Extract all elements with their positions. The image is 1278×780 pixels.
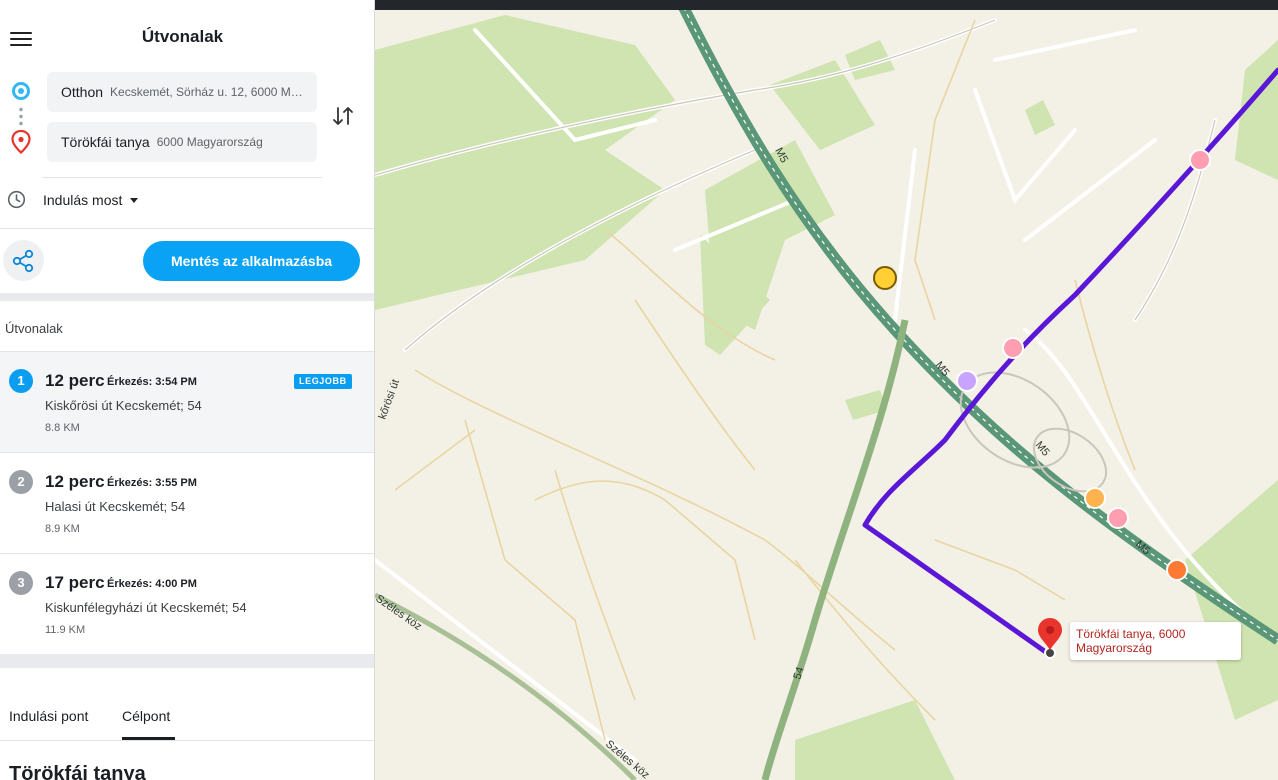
tab-destination[interactable]: Célpont	[122, 708, 170, 724]
destination-callout[interactable]: Törökfái tanya, 6000 Magyarország	[1070, 622, 1241, 660]
departure-time-dropdown[interactable]: Indulás most	[43, 192, 139, 208]
route-dots-icon	[19, 106, 23, 126]
destination-address: 6000 Magyarország	[156, 135, 263, 149]
destination-field[interactable]: Törökfái tanya 6000 Magyarország	[47, 122, 317, 162]
route-option-1[interactable]: 1 12 perc Érkezés: 3:54 PM LEGJOBB Kiskő…	[0, 352, 374, 453]
route-duration: 12 perc	[45, 472, 105, 491]
directions-panel: Útvonalak Otthon Kecskemét, Sörház u. 12…	[0, 0, 375, 780]
route-distance: 8.9 KM	[45, 523, 80, 535]
road-label-54: 54	[791, 666, 806, 681]
origin-address: Kecskemét, Sörház u. 12, 6000 Magyarorsz…	[110, 85, 303, 99]
share-icon	[12, 249, 34, 273]
route-number: 2	[9, 470, 33, 494]
departure-time-label: Indulás most	[43, 192, 123, 208]
window-top-bar	[375, 0, 1278, 10]
section-separator	[0, 654, 374, 668]
share-button[interactable]	[3, 240, 44, 281]
save-to-app-button[interactable]: Mentés az alkalmazásba	[143, 241, 360, 281]
origin-marker-icon	[12, 82, 30, 100]
route-via: Halasi út Kecskemét; 54	[45, 499, 186, 514]
map-view[interactable]: M5 M5 M5 M5 54 Széles köz Széles köz kőr…	[375, 0, 1278, 780]
route-number: 1	[9, 369, 33, 393]
route-option-2[interactable]: 2 12 perc Érkezés: 3:55 PM Halasi út Kec…	[0, 453, 374, 554]
panel-header: Útvonalak	[0, 0, 374, 70]
origin-name: Otthon	[61, 84, 104, 100]
route-number: 3	[9, 571, 33, 595]
best-route-badge: LEGJOBB	[294, 374, 352, 389]
route-arrival: Érkezés: 3:55 PM	[107, 477, 197, 489]
route-via: Kiskőrösi út Kecskemét; 54	[45, 398, 202, 413]
divider	[42, 177, 322, 178]
caret-down-icon	[130, 197, 139, 203]
divider	[0, 228, 374, 229]
route-distance: 11.9 KM	[45, 624, 86, 636]
route-arrival: Érkezés: 4:00 PM	[107, 578, 197, 590]
page-title: Útvonalak	[141, 27, 224, 46]
road-label-koros-ut: kőrösi út	[377, 378, 402, 421]
divider	[0, 740, 374, 741]
map-canvas[interactable]: M5 M5 M5 M5 54 Széles köz Széles köz kőr…	[375, 0, 1278, 780]
route-duration: 12 perc	[45, 371, 105, 390]
swap-icon[interactable]	[330, 103, 356, 129]
route-duration: 17 perc	[45, 573, 105, 592]
section-separator	[0, 293, 374, 301]
destination-name: Törökfái tanya	[61, 134, 150, 150]
route-distance: 8.8 KM	[45, 422, 80, 434]
tab-start-point[interactable]: Indulási pont	[9, 708, 88, 724]
origin-field[interactable]: Otthon Kecskemét, Sörház u. 12, 6000 Mag…	[47, 72, 317, 112]
clock-icon	[7, 190, 26, 209]
routes-section-label: Útvonalak	[5, 321, 63, 336]
route-via: Kiskunfélegyházi út Kecskemét; 54	[45, 600, 247, 615]
callout-line-2: Magyarország	[1076, 641, 1153, 655]
road-label-szeles-koz: Széles köz	[375, 593, 424, 633]
route-arrival: Érkezés: 3:54 PM	[107, 376, 197, 388]
place-title: Törökfái tanya	[9, 763, 146, 780]
callout-line-1: Törökfái tanya, 6000	[1076, 627, 1186, 641]
destination-pin-icon	[11, 130, 31, 154]
route-option-3[interactable]: 3 17 perc Érkezés: 4:00 PM Kiskunfélegyh…	[0, 554, 374, 655]
